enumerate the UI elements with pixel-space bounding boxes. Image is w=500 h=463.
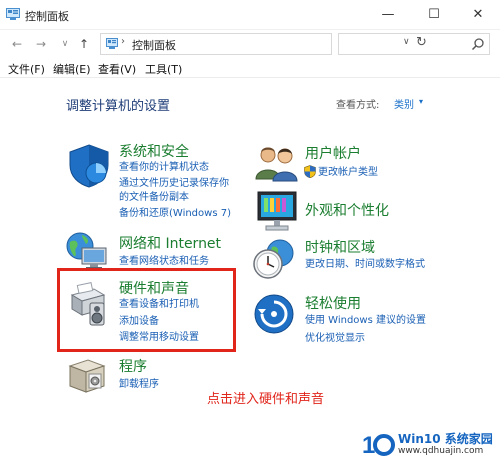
search-icon[interactable] [471, 37, 485, 51]
navigation-bar: ← → ∨ ↑ › 控制面板 ∨ ↻ [0, 30, 500, 58]
shield-icon[interactable] [66, 143, 112, 189]
highlight-box [57, 268, 236, 352]
category-appearance-personalization[interactable]: 外观和个性化 [305, 200, 389, 220]
forward-button[interactable]: → [32, 35, 50, 53]
breadcrumb-control-panel[interactable]: 控制面板 [132, 37, 176, 53]
category-system-security[interactable]: 系统和安全 [119, 141, 189, 161]
address-box[interactable]: › 控制面板 ∨ ↻ [100, 33, 427, 55]
clock-globe-icon[interactable] [252, 237, 298, 281]
watermark: 1 Win10 系统家园 www.qdhuajin.com [362, 428, 498, 460]
search-input[interactable] [338, 33, 490, 55]
close-button[interactable]: ✕ [456, 0, 500, 30]
menu-file[interactable]: 文件(F) [8, 61, 45, 77]
window-title: 控制面板 [25, 10, 69, 23]
menu-view[interactable]: 查看(V) [98, 61, 136, 77]
link-windows-recommended-settings[interactable]: 使用 Windows 建议的设置 [305, 314, 426, 327]
page-title: 调整计算机的设置 [66, 99, 171, 114]
link-file-history[interactable]: 通过文件历史记录保存你 [119, 177, 229, 190]
annotation-text: 点击进入硬件和声音 [207, 392, 325, 407]
minimize-button[interactable]: — [366, 0, 410, 30]
control-panel-icon [106, 38, 118, 49]
link-file-history-cont[interactable]: 的文件备份副本 [119, 191, 189, 204]
monitor-appearance-icon[interactable] [254, 190, 300, 234]
breadcrumb-separator: › [121, 36, 125, 47]
link-optimize-visual-display[interactable]: 优化视觉显示 [305, 332, 365, 345]
link-change-account-type[interactable]: 更改帐户类型 [318, 166, 378, 179]
title-bar: 控制面板 — ☐ ✕ [0, 0, 500, 30]
menu-tools[interactable]: 工具(T) [145, 61, 182, 77]
view-by-dropdown[interactable]: 类别 [394, 96, 414, 111]
view-by-label: 查看方式: [336, 100, 380, 111]
chevron-down-icon[interactable]: ▾ [419, 97, 423, 106]
up-button[interactable]: ↑ [75, 35, 93, 53]
link-network-status[interactable]: 查看网络状态和任务 [119, 255, 209, 268]
link-change-date-time[interactable]: 更改日期、时间或数字格式 [305, 258, 425, 271]
menu-bar: 文件(F) 编辑(E) 查看(V) 工具(T) [0, 58, 500, 78]
win10-logo-icon: 1 [362, 432, 395, 458]
link-uninstall-program[interactable]: 卸载程序 [119, 378, 159, 391]
recent-locations-button[interactable]: ∨ [56, 35, 74, 53]
link-backup-restore[interactable]: 备份和还原(Windows 7) [119, 207, 231, 220]
control-panel-icon [6, 8, 20, 20]
menu-edit[interactable]: 编辑(E) [53, 61, 91, 77]
watermark-title: Win10 系统家园 [398, 432, 493, 446]
programs-box-icon[interactable] [66, 356, 108, 396]
uac-shield-icon [304, 165, 316, 178]
category-clock-region[interactable]: 时钟和区域 [305, 237, 375, 257]
link-view-computer-status[interactable]: 查看你的计算机状态 [119, 161, 209, 174]
ease-of-access-icon[interactable] [254, 294, 294, 334]
watermark-url: www.qdhuajin.com [398, 446, 484, 456]
maximize-button[interactable]: ☐ [412, 0, 456, 30]
back-button[interactable]: ← [8, 35, 26, 53]
category-user-accounts[interactable]: 用户帐户 [305, 143, 361, 163]
category-network-internet[interactable]: 网络和 Internet [119, 233, 221, 253]
category-programs[interactable]: 程序 [119, 356, 147, 376]
users-icon[interactable] [254, 143, 300, 183]
category-ease-of-access[interactable]: 轻松使用 [305, 293, 361, 313]
